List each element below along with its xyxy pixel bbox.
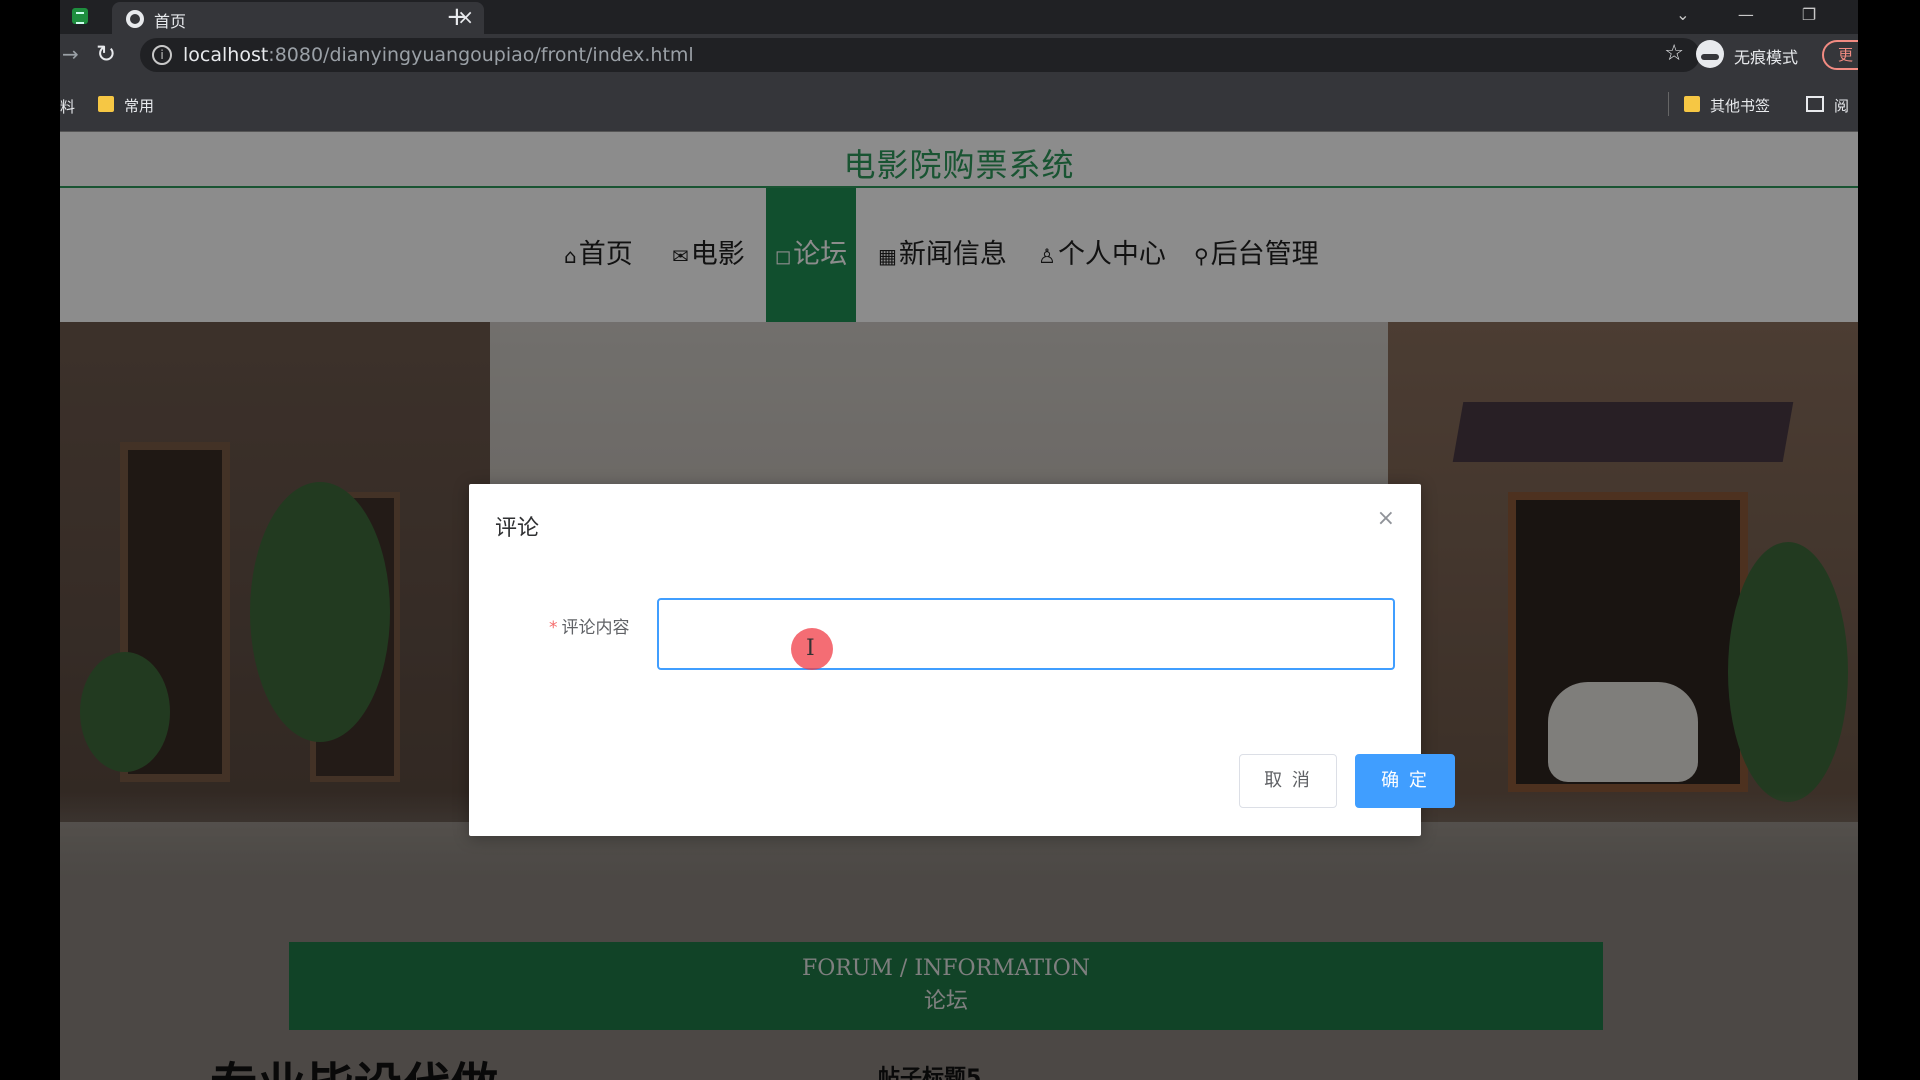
tab-title: 首页 xyxy=(154,12,187,31)
dialog-title: 评论 xyxy=(495,516,540,541)
reading-list-icon xyxy=(1806,96,1824,112)
reading-list-label: 阅 xyxy=(1834,97,1850,115)
browser-window: 首页 × + ⌄ — ❐ → ↻ i localhost:8080/dianyi… xyxy=(60,0,1858,1080)
address-toolbar: → ↻ i localhost:8080/dianyingyuangoupiao… xyxy=(60,34,1858,76)
folder-icon xyxy=(98,96,114,112)
confirm-button[interactable]: 确 定 xyxy=(1355,754,1455,808)
new-tab-button[interactable]: + xyxy=(446,0,468,34)
comment-field-label: * 评论内容 xyxy=(549,613,630,638)
tab-bar: 首页 × + ⌄ — ❐ xyxy=(60,0,1858,34)
bookmark-folder-label: 常用 xyxy=(124,97,155,115)
url-host: localhost xyxy=(183,44,269,66)
browser-tab[interactable]: 首页 × xyxy=(112,2,484,34)
comment-textarea[interactable] xyxy=(657,598,1395,670)
incognito-icon xyxy=(1696,40,1724,68)
bookmark-star-icon[interactable]: ☆ xyxy=(1664,41,1684,66)
close-icon[interactable]: × xyxy=(1377,506,1395,531)
incognito-label: 无痕模式 xyxy=(1734,48,1799,67)
window-controls: ⌄ — ❐ xyxy=(1654,0,1838,34)
required-mark: * xyxy=(549,618,558,638)
globe-icon xyxy=(126,10,144,28)
update-button[interactable]: 更 xyxy=(1822,40,1858,70)
screen: 首页 × + ⌄ — ❐ → ↻ i localhost:8080/dianyi… xyxy=(0,0,1920,1080)
tab-search-icon[interactable]: ⌄ xyxy=(1654,0,1712,30)
bookmarks-divider xyxy=(1668,92,1669,116)
site-info-icon[interactable]: i xyxy=(152,45,172,65)
reload-icon[interactable]: ↻ xyxy=(96,40,116,68)
bookmarks-bar: 料 常用 其他书签 阅 xyxy=(60,76,1858,132)
url-text[interactable]: localhost:8080/dianyingyuangoupiao/front… xyxy=(183,44,694,66)
web-page: 电影院购票系统 ⌂首页 ✉电影 ◻论坛 ▦新闻信息 ♙个人中心 ⚲后台管理 FO… xyxy=(60,132,1858,1080)
comment-field-label-text: 评论内容 xyxy=(561,618,630,638)
cancel-button[interactable]: 取 消 xyxy=(1239,754,1337,808)
minimize-icon[interactable]: — xyxy=(1717,0,1775,30)
comment-dialog: 评论 × *评论内容 取 消 确 定 xyxy=(469,484,1455,836)
restore-icon[interactable]: ❐ xyxy=(1780,0,1838,30)
omnibox[interactable]: i localhost:8080/dianyingyuangoupiao/fro… xyxy=(140,38,1700,72)
app-badge-icon[interactable] xyxy=(72,8,88,24)
forward-icon[interactable]: → xyxy=(62,42,79,66)
folder-icon xyxy=(1684,96,1700,112)
mouse-cursor-highlight xyxy=(791,628,833,670)
bookmark-folder-label: 其他书签 xyxy=(1710,97,1771,115)
url-path: :8080/dianyingyuangoupiao/front/index.ht… xyxy=(268,44,694,66)
bookmark-fragment[interactable]: 料 xyxy=(60,96,75,117)
